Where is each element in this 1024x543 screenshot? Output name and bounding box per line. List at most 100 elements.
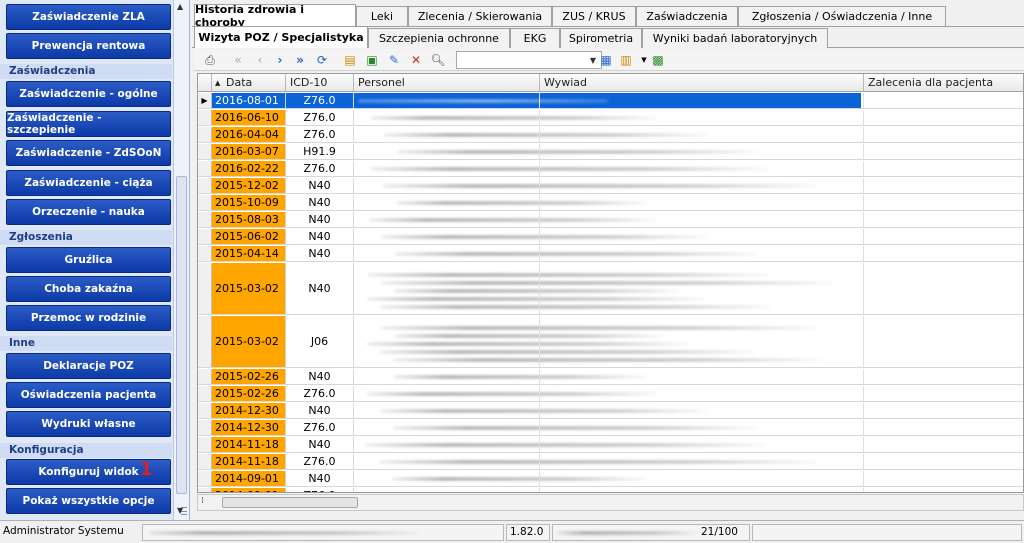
- previous-record-icon[interactable]: ‹: [252, 52, 268, 68]
- cell-date[interactable]: 2016-08-01: [212, 93, 286, 108]
- cell-details[interactable]: [354, 471, 1023, 486]
- tab-historia-zdrowia[interactable]: Historia zdrowia i choroby: [194, 3, 356, 29]
- table-row[interactable]: 2016-06-10 Z76.0: [198, 110, 1023, 126]
- cell-icd10[interactable]: N40: [286, 178, 354, 193]
- sidebar-button-zaswiadczenie-szczepienie[interactable]: Zaświadczenie - szczepienie: [6, 111, 171, 137]
- cell-date[interactable]: 2016-06-10: [212, 110, 286, 125]
- table-row[interactable]: 2015-04-14 N40: [198, 246, 1023, 262]
- table-row[interactable]: 2014-11-18 N40: [198, 437, 1023, 453]
- cell-details[interactable]: [354, 263, 1023, 314]
- cell-icd10[interactable]: N40: [286, 263, 354, 314]
- cell-details[interactable]: [354, 369, 1023, 384]
- sidebar-button-oswiadczenia-pacjenta[interactable]: Oświadczenia pacjenta: [6, 382, 171, 408]
- cell-icd10[interactable]: N40: [286, 369, 354, 384]
- sidebar-button-deklaracje-poz[interactable]: Deklaracje POZ: [6, 353, 171, 379]
- column-header-personel[interactable]: Personel: [354, 74, 540, 92]
- cell-icd10[interactable]: N40: [286, 437, 354, 452]
- columns-icon[interactable]: ▥: [618, 52, 634, 68]
- cell-date[interactable]: 2015-02-26: [212, 386, 286, 401]
- cell-icd10[interactable]: J06: [286, 316, 354, 367]
- preview-icon[interactable]: 🔍︎: [430, 52, 446, 68]
- subtab-wizyta-poz[interactable]: Wizyta POZ / Specjalistyka: [194, 26, 368, 48]
- print-icon[interactable]: ⎙: [202, 52, 218, 68]
- cell-date[interactable]: 2014-11-18: [212, 454, 286, 469]
- cell-details[interactable]: [354, 488, 1023, 492]
- cell-details[interactable]: [354, 386, 1023, 401]
- cell-date[interactable]: 2015-03-02: [212, 263, 286, 314]
- delete-icon[interactable]: ✕: [408, 52, 424, 68]
- tab-zus-krus[interactable]: ZUS / KRUS: [552, 6, 636, 26]
- cell-date[interactable]: 2015-10-09: [212, 195, 286, 210]
- cell-details[interactable]: [354, 246, 1023, 261]
- cell-icd10[interactable]: Z76.0: [286, 386, 354, 401]
- cell-icd10[interactable]: Z76.0: [286, 110, 354, 125]
- horizontal-scrollbar[interactable]: ⁞: [197, 494, 1024, 511]
- tab-zgloszenia-oswiadczenia-inne[interactable]: Zgłoszenia / Oświadczenia / Inne: [738, 6, 946, 26]
- sidebar-button-orzeczenie-nauka[interactable]: Orzeczenie - nauka: [6, 199, 171, 225]
- last-record-icon[interactable]: »: [292, 52, 308, 68]
- cell-date[interactable]: 2014-11-18: [212, 437, 286, 452]
- sidebar-scroll-thumb[interactable]: [176, 176, 187, 515]
- cell-details[interactable]: [354, 420, 1023, 435]
- sidebar-button-prewencja-rentowa[interactable]: Prewencja rentowa: [6, 33, 171, 59]
- table-row[interactable]: 2016-03-07 H91.9: [198, 144, 1023, 160]
- cell-icd10[interactable]: Z76.0: [286, 127, 354, 142]
- cell-icd10[interactable]: N40: [286, 403, 354, 418]
- table-row[interactable]: 2016-04-04 Z76.0: [198, 127, 1023, 143]
- cell-details[interactable]: [354, 316, 1023, 367]
- cell-date[interactable]: 2014-12-30: [212, 403, 286, 418]
- subtab-spirometria[interactable]: Spirometria: [560, 28, 642, 48]
- cell-icd10[interactable]: N40: [286, 229, 354, 244]
- cell-icd10[interactable]: Z76.0: [286, 488, 354, 492]
- sidebar-button-choroba-zakazna[interactable]: Choba zakaźna: [6, 276, 171, 302]
- cell-details[interactable]: [354, 127, 1023, 142]
- cell-icd10[interactable]: Z76.0: [286, 454, 354, 469]
- tab-leki[interactable]: Leki: [356, 6, 408, 26]
- cell-details[interactable]: [354, 212, 1023, 227]
- subtab-ekg[interactable]: EKG: [510, 28, 560, 48]
- sidebar-button-zaswiadczenie-ogolne[interactable]: Zaświadczenie - ogólne: [6, 81, 171, 107]
- filter-dropdown[interactable]: ▼: [456, 51, 602, 69]
- cell-date[interactable]: 2014-12-30: [212, 420, 286, 435]
- cell-date[interactable]: 2015-12-02: [212, 178, 286, 193]
- cell-details[interactable]: [354, 110, 1023, 125]
- scroll-down-arrow-icon[interactable]: ▼: [177, 506, 183, 515]
- sidebar-scrollbar[interactable]: ▲ ▼: [173, 0, 189, 520]
- export-icon[interactable]: ▣: [364, 52, 380, 68]
- refresh-icon[interactable]: ⟳: [314, 52, 330, 68]
- cell-date[interactable]: 2016-02-22: [212, 161, 286, 176]
- cell-details[interactable]: [354, 403, 1023, 418]
- table-row[interactable]: 2015-08-03 N40: [198, 212, 1023, 228]
- table-row[interactable]: 2016-02-22 Z76.0: [198, 161, 1023, 177]
- cell-icd10[interactable]: Z76.0: [286, 161, 354, 176]
- column-header-zalecenia[interactable]: Zalecenia dla pacjenta: [864, 74, 1023, 92]
- cell-date[interactable]: 2016-03-07: [212, 144, 286, 159]
- table-row[interactable]: 2015-02-26 Z76.0: [198, 386, 1023, 402]
- cell-date[interactable]: 2014-09-01: [212, 488, 286, 492]
- cell-icd10[interactable]: N40: [286, 195, 354, 210]
- new-document-icon[interactable]: ▤: [342, 52, 358, 68]
- cell-icd10[interactable]: H91.9: [286, 144, 354, 159]
- cell-icd10[interactable]: N40: [286, 212, 354, 227]
- tab-zlecenia-skierowania[interactable]: Zlecenia / Skierowania: [408, 6, 552, 26]
- visits-grid[interactable]: ▲ Data ICD-10 Personel Wywiad Zalecenia d…: [197, 73, 1024, 493]
- cell-icd10[interactable]: Z76.0: [286, 420, 354, 435]
- table-row[interactable]: 2015-06-02 N40: [198, 229, 1023, 245]
- table-row[interactable]: 2014-12-30 Z76.0: [198, 420, 1023, 436]
- table-row[interactable]: 2015-03-02 N40: [198, 263, 1023, 315]
- cell-date[interactable]: 2016-04-04: [212, 127, 286, 142]
- table-row[interactable]: ▶ 2016-08-01 Z76.0: [198, 93, 1023, 109]
- cell-details[interactable]: [354, 161, 1023, 176]
- table-row[interactable]: 2014-09-01 N40: [198, 471, 1023, 487]
- edit-icon[interactable]: ✎: [386, 52, 402, 68]
- table-row[interactable]: 2014-12-30 N40: [198, 403, 1023, 419]
- cell-details[interactable]: [354, 144, 1023, 159]
- cell-date[interactable]: 2015-06-02: [212, 229, 286, 244]
- column-header-data[interactable]: ▲ Data: [212, 74, 286, 92]
- table-row[interactable]: 2015-02-26 N40: [198, 369, 1023, 385]
- cell-date[interactable]: 2015-08-03: [212, 212, 286, 227]
- cell-icd10[interactable]: N40: [286, 246, 354, 261]
- sidebar-button-gruzlica[interactable]: Gruźlica: [6, 247, 171, 273]
- next-record-icon[interactable]: ›: [272, 52, 288, 68]
- table-row[interactable]: 2015-12-02 N40: [198, 178, 1023, 194]
